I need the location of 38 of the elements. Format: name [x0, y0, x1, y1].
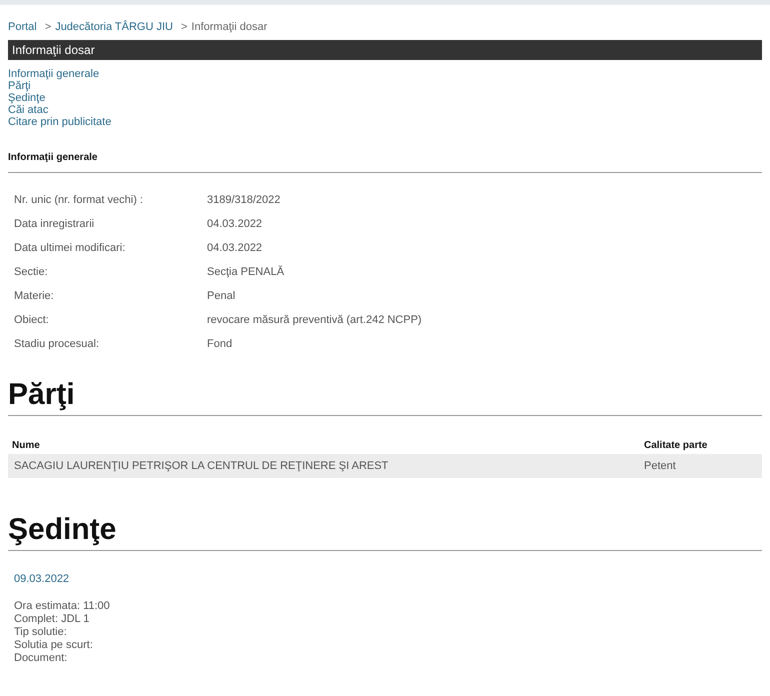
nav-link[interactable]: Citare prin publicitate [8, 116, 112, 128]
header-title: Informaţii dosar [12, 42, 95, 59]
field-value: 04.03.2022 [207, 216, 262, 232]
breadcrumb-current: Informaţii dosar [191, 20, 268, 35]
session-detail: Document: [14, 652, 68, 664]
field-label: Data ultimei modificari: [14, 240, 126, 256]
section-heading: Şedinţe [8, 513, 116, 546]
field-value: Secţia PENALĂ [207, 264, 284, 280]
session-detail: Solutia pe scurt: [14, 638, 94, 652]
breadcrumb-link[interactable]: Judecătoria TÂRGU JIU [55, 18, 173, 36]
field-label: Materie: [14, 288, 55, 304]
field-value: Penal [207, 288, 236, 304]
column-header: Calitate parte [644, 438, 708, 452]
field-label: Data inregistrarii [14, 216, 96, 232]
breadcrumb-link[interactable]: Portal [8, 18, 37, 36]
field-label: Sectie: [14, 264, 49, 280]
nav-link[interactable]: Părţi [8, 80, 31, 92]
section-heading: Părţi [8, 378, 75, 411]
field-value: 04.03.2022 [207, 240, 262, 256]
session-detail: Tip solutie: [14, 626, 68, 638]
breadcrumb-separator: > [44, 20, 52, 35]
field-label: Nr. unic (nr. format vechi) : [14, 192, 144, 208]
nav-link[interactable]: Căi atac [8, 104, 48, 116]
nav-link[interactable]: Informaţii generale [8, 68, 100, 80]
nav-link[interactable]: Şedinţe [8, 92, 46, 104]
table-cell-text: Petent [644, 458, 677, 474]
column-header: Nume [12, 438, 41, 452]
breadcrumb-separator: > [180, 20, 188, 35]
field-label: Stadiu procesual: [14, 336, 100, 352]
field-value: revocare măsură preventivă (art.242 NCPP) [207, 312, 422, 328]
field-value: 3189/318/2022 [207, 192, 280, 208]
field-label: Obiect: [14, 312, 50, 328]
session-detail: Ora estimata: 11:00 [14, 600, 111, 612]
session-detail: Complet: JDL 1 [14, 612, 90, 626]
session-date: 09.03.2022 [14, 572, 70, 587]
table-cell-text: SACAGIU LAURENŢIU PETRIŞOR LA CENTRUL DE REŢINERE ŞI AREST [14, 458, 390, 474]
field-value: Fond [207, 336, 232, 352]
section-title: Informaţii generale [8, 152, 98, 163]
